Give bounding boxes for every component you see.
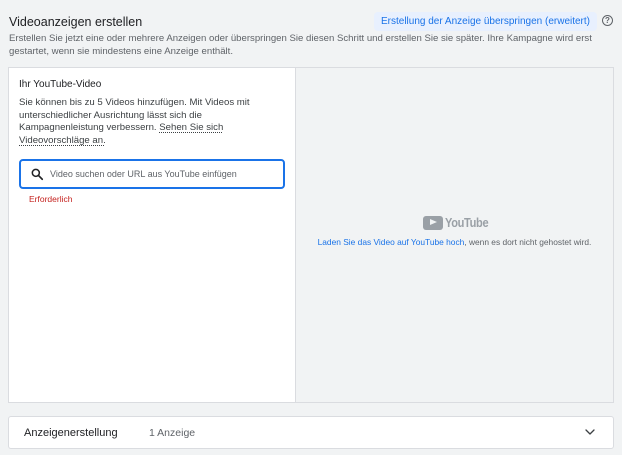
ad-creation-label: Anzeigenerstellung (24, 426, 118, 439)
video-input-panel: Ihr YouTube-Video Sie können bis zu 5 Vi… (9, 68, 296, 402)
skip-ad-creation-button[interactable]: Erstellung der Anzeige überspringen (erw… (374, 12, 597, 31)
ad-creation-summary[interactable]: Anzeigenerstellung 1 Anzeige (9, 417, 613, 448)
youtube-play-icon (423, 215, 443, 230)
video-search-field[interactable] (19, 159, 285, 189)
video-ad-card: Ihr YouTube-Video Sie können bis zu 5 Vi… (9, 68, 613, 402)
youtube-logo: YouTube (423, 215, 496, 230)
search-icon (31, 168, 44, 181)
upload-to-youtube-link[interactable]: Laden Sie das Video auf YouTube hoch (318, 237, 465, 247)
page-description: Erstellen Sie jetzt eine oder mehrere An… (9, 33, 592, 57)
help-icon[interactable]: ? (602, 15, 613, 26)
video-preview-panel: YouTube Laden Sie das Video auf YouTube … (296, 68, 613, 402)
upload-message: Laden Sie das Video auf YouTube hoch, we… (296, 237, 613, 247)
video-panel-text: Sie können bis zu 5 Videos hinzufügen. M… (19, 97, 285, 147)
required-error-text: Erforderlich (29, 194, 73, 204)
chevron-down-icon[interactable] (584, 426, 596, 438)
ad-count: 1 Anzeige (149, 426, 196, 439)
page-title: Videoanzeigen erstellen (9, 15, 143, 29)
upload-message-suffix: , wenn es dort nicht gehostet wird. (464, 237, 592, 247)
video-panel-title: Ihr YouTube-Video (19, 79, 102, 90)
video-search-input[interactable] (50, 169, 270, 179)
youtube-wordmark: YouTube (445, 215, 489, 230)
